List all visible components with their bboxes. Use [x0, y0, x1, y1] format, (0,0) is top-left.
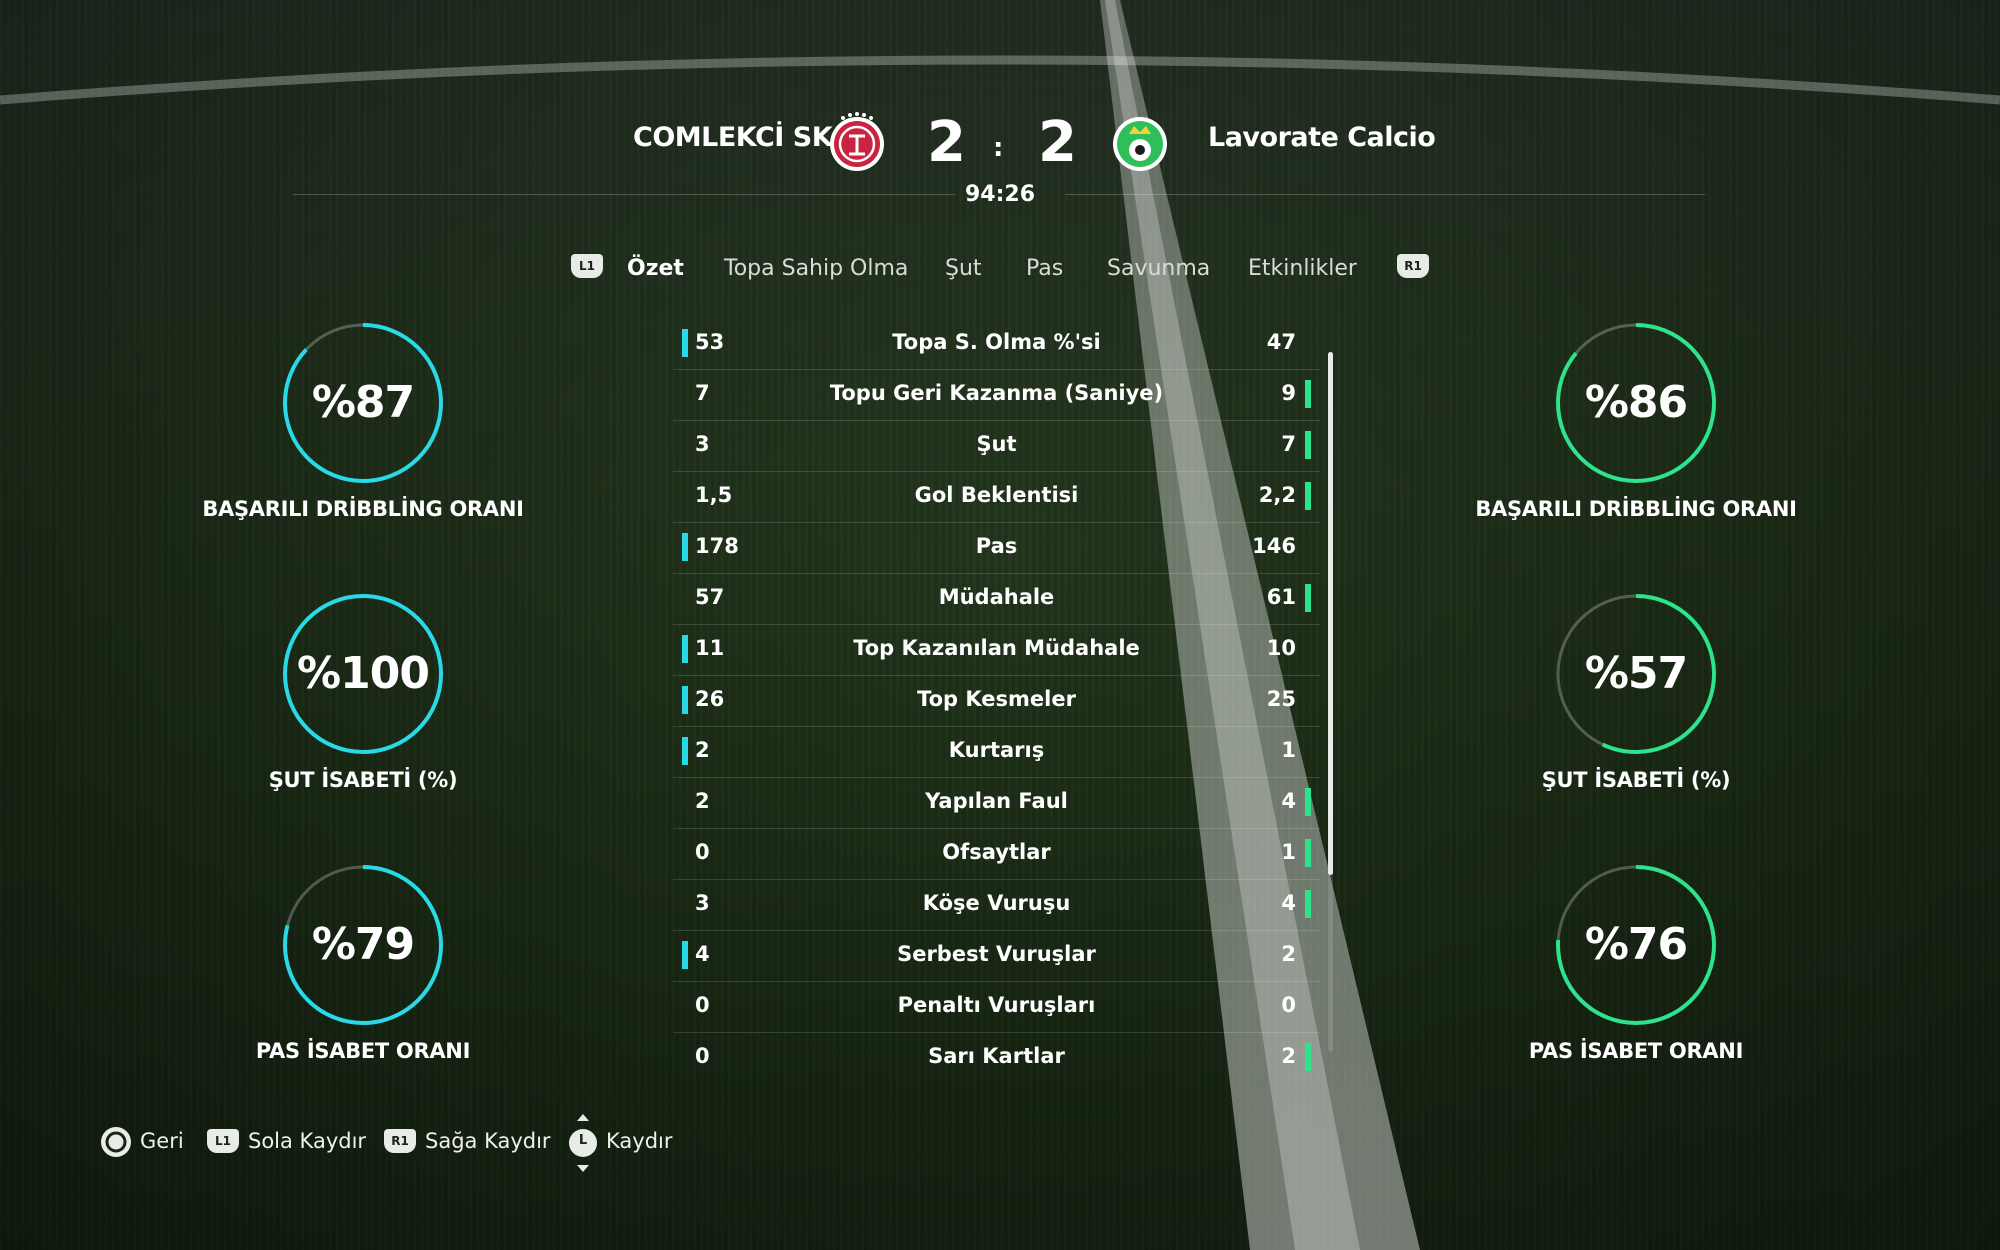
stat-name: Topa S. Olma %'si	[892, 330, 1101, 354]
stat-away-value: 10	[1266, 636, 1296, 660]
stat-name: Serbest Vuruşlar	[897, 942, 1096, 966]
stat-away-value: 7	[1281, 432, 1296, 456]
l1-button-icon[interactable]: L1	[207, 1129, 239, 1153]
stat-name: Sarı Kartlar	[928, 1044, 1065, 1068]
stat-row: 4 Serbest Vuruşlar 2	[673, 930, 1320, 982]
scroll-left-hint-label[interactable]: Sola Kaydır	[248, 1129, 366, 1153]
circle-button-icon[interactable]	[100, 1126, 132, 1158]
stat-name: Müdahale	[938, 585, 1055, 609]
r1-bumper-icon[interactable]: R1	[1397, 254, 1429, 278]
stat-name: Penaltı Vuruşları	[897, 993, 1096, 1017]
stat-away-value: 2	[1281, 1044, 1296, 1068]
stat-row: 26 Top Kesmeler 25	[673, 675, 1320, 727]
away-leader-bar	[1305, 431, 1311, 459]
home-dribble-label: BAŞARILI DRİBBLİNG ORANI	[202, 497, 524, 521]
score-separator: :	[993, 133, 1004, 163]
stat-away-value: 2,2	[1258, 483, 1296, 507]
home-team-name: COMLEKCİ SK	[633, 122, 833, 153]
stat-row: 3 Şut 7	[673, 420, 1320, 472]
stat-name: Pas	[975, 534, 1018, 558]
stat-away-value: 1	[1281, 738, 1296, 762]
away-leader-bar	[1305, 839, 1311, 867]
back-hint-label[interactable]: Geri	[140, 1129, 184, 1153]
stat-name: Şut	[976, 432, 1017, 456]
stat-row: 57 Müdahale 61	[673, 573, 1320, 625]
stat-away-value: 4	[1281, 789, 1296, 813]
away-team-crest-icon	[1113, 117, 1167, 171]
away-shot-accuracy-ring: %57	[1553, 591, 1719, 757]
away-leader-bar	[1305, 482, 1311, 510]
r1-button-icon[interactable]: R1	[384, 1129, 416, 1153]
stat-away-value: 61	[1266, 585, 1296, 609]
stat-name: Kurtarış	[948, 738, 1045, 762]
stat-name: Yapılan Faul	[925, 789, 1068, 813]
stat-row: 178 Pas 146	[673, 522, 1320, 574]
away-pass-accuracy-label: PAS İSABET ORANI	[1528, 1039, 1744, 1063]
stat-row: 0 Ofsaytlar 1	[673, 828, 1320, 880]
tab-topa-sahip-olma[interactable]: Topa Sahip Olma	[724, 256, 908, 281]
away-shot-accuracy-label: ŞUT İSABETİ (%)	[1541, 768, 1731, 792]
stat-away-value: 1	[1281, 840, 1296, 864]
away-pass-accuracy-value: %76	[1584, 919, 1688, 970]
stat-name: Ofsaytlar	[942, 840, 1051, 864]
stat-name: Gol Beklentisi	[914, 483, 1079, 507]
home-pass-accuracy-label: PAS İSABET ORANI	[255, 1039, 471, 1063]
home-shot-accuracy-value: %100	[297, 648, 430, 699]
away-pass-accuracy-ring: %76	[1553, 862, 1719, 1028]
away-leader-bar	[1305, 380, 1311, 408]
stat-away-value: 146	[1252, 534, 1296, 558]
stat-row: 0 Sarı Kartlar 2	[673, 1032, 1320, 1083]
tab-pas[interactable]: Pas	[1026, 256, 1063, 281]
away-dribble-ring: %86	[1553, 320, 1719, 486]
stat-row: 0 Penaltı Vuruşları 0	[673, 981, 1320, 1033]
stat-row: 1,5 Gol Beklentisi 2,2	[673, 471, 1320, 523]
tab-sut[interactable]: Şut	[945, 256, 982, 281]
scroll-right-hint-label[interactable]: Sağa Kaydır	[425, 1129, 551, 1153]
stat-away-value: 9	[1281, 381, 1296, 405]
away-shot-accuracy-value: %57	[1584, 648, 1688, 699]
stat-name: Top Kazanılan Müdahale	[853, 636, 1140, 660]
away-leader-bar	[1305, 1043, 1311, 1071]
stat-name: Köşe Vuruşu	[922, 891, 1071, 915]
home-dribble-value: %87	[311, 377, 415, 428]
l1-bumper-icon[interactable]: L1	[571, 254, 603, 278]
home-shot-accuracy-label: ŞUT İSABETİ (%)	[268, 768, 458, 792]
away-dribble-value: %86	[1584, 377, 1688, 428]
away-score: 2	[1038, 110, 1077, 175]
stat-row: 11 Top Kazanılan Müdahale 10	[673, 624, 1320, 676]
stat-row: 3 Köşe Vuruşu 4	[673, 879, 1320, 931]
match-clock: 94:26	[964, 182, 1036, 207]
tab-etkinlikler[interactable]: Etkinlikler	[1248, 256, 1357, 281]
stat-name: Top Kesmeler	[917, 687, 1076, 711]
away-leader-bar	[1305, 890, 1311, 918]
stat-away-value: 25	[1266, 687, 1296, 711]
home-pass-accuracy-value: %79	[311, 919, 415, 970]
stat-away-value: 2	[1281, 942, 1296, 966]
away-team-name: Lavorate Calcio	[1208, 122, 1436, 153]
stat-row: 53 Topa S. Olma %'si 47	[673, 318, 1320, 370]
home-pass-accuracy-ring: %79	[280, 862, 446, 1028]
away-leader-bar	[1305, 788, 1311, 816]
stat-away-value: 4	[1281, 891, 1296, 915]
left-stick-letter: L	[578, 1133, 588, 1148]
stat-row: 2 Yapılan Faul 4	[673, 777, 1320, 829]
tab-ozet[interactable]: Özet	[627, 256, 684, 281]
stat-away-value: 47	[1266, 330, 1296, 354]
scroll-hint-label[interactable]: Kaydır	[606, 1129, 673, 1153]
away-dribble-label: BAŞARILI DRİBBLİNG ORANI	[1475, 497, 1797, 521]
stat-row: 7 Topu Geri Kazanma (Saniye) 9	[673, 369, 1320, 421]
home-score: 2	[927, 110, 966, 175]
stat-away-value: 0	[1281, 993, 1296, 1017]
home-dribble-ring: %87	[280, 320, 446, 486]
home-team-crest-icon	[830, 112, 884, 171]
stat-row: 2 Kurtarış 1	[673, 726, 1320, 778]
away-leader-bar	[1305, 584, 1311, 612]
home-shot-accuracy-ring: %100	[280, 591, 446, 757]
stat-name: Topu Geri Kazanma (Saniye)	[829, 381, 1164, 405]
tab-savunma[interactable]: Savunma	[1107, 256, 1210, 281]
stats-scrollbar-thumb[interactable]	[1328, 352, 1333, 875]
